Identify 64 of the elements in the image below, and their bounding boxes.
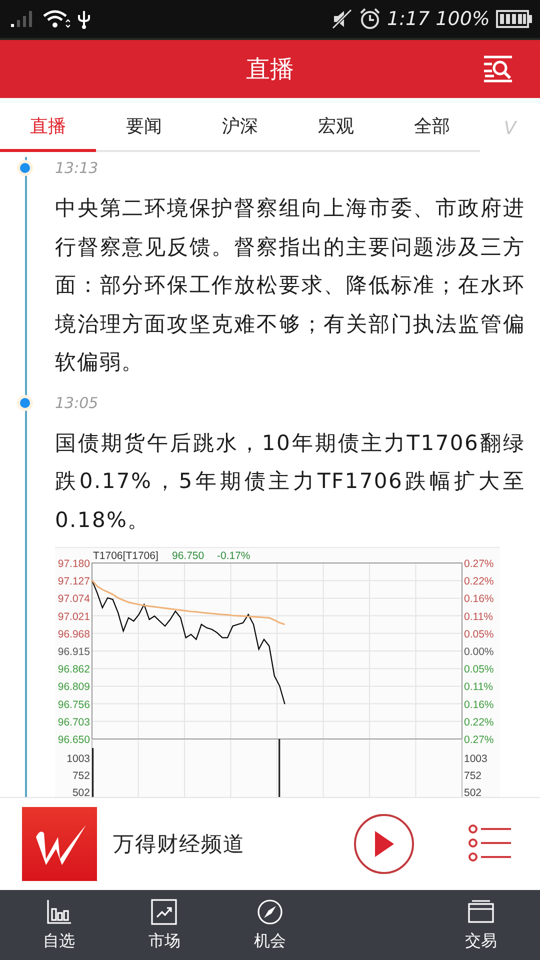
- price-axis-label: 96.968: [58, 628, 90, 640]
- nav-tab[interactable]: 交易: [428, 890, 534, 960]
- percent-axis-label: 0.05%: [464, 628, 494, 640]
- percent-axis-label: 0.11%: [464, 610, 493, 623]
- contract-symbol: T1706[T1706]: [93, 550, 158, 562]
- play-button[interactable]: [354, 814, 414, 874]
- percent-axis-label: 0.05%: [464, 664, 494, 676]
- volume-axis-label: 502: [72, 787, 90, 797]
- price-axis-label: 97.021: [58, 610, 90, 623]
- price-axis-label: 97.127: [58, 576, 90, 588]
- trend-chart-icon: [151, 898, 178, 924]
- news-text: 中央第二环境保护督察组向上海市委、市政府进行督察意见反馈。督察指出的主要问题涉及三方面：部分环保工作放松要求、降低标准；在水环境治理方面攻坚克难不够；有关部门执法监管偏软偏弱。: [55, 195, 525, 376]
- price-axis-label: 96.650: [58, 734, 90, 746]
- price-axis-label: 96.915: [58, 646, 90, 658]
- news-time: 13:13: [55, 158, 100, 179]
- channel-title: 万得财经频道: [113, 831, 246, 858]
- usb-icon: [76, 9, 92, 29]
- volume-axis-label: 1003: [464, 753, 488, 765]
- percent-axis-label: 0.27%: [464, 558, 494, 570]
- percent-axis-label: 0.16%: [464, 593, 494, 606]
- volume-axis-label: 752: [464, 770, 482, 782]
- clock-time: 1:17: [387, 8, 430, 30]
- news-time: 13:05: [55, 392, 100, 414]
- search-list-button[interactable]: [482, 54, 514, 84]
- timeline-dot: [20, 163, 30, 173]
- nav-tab[interactable]: 市场: [112, 890, 218, 960]
- percent-axis-label: 0.27%: [464, 734, 494, 746]
- news-text: 国债期货午后跳水，10年期债主力T1706翻绿跌0.17%，5年期债主力TF1706跌幅扩大至0.18%。: [55, 430, 525, 534]
- mute-icon: [331, 9, 353, 29]
- compass-icon: [256, 898, 283, 924]
- price-change: -0.17%: [217, 550, 250, 562]
- category-tab[interactable]: 沪深: [192, 103, 288, 152]
- price-axis-label: 96.756: [58, 698, 90, 711]
- last-price: 96.750: [172, 550, 204, 562]
- page-title: 直播: [246, 54, 294, 85]
- battery-icon: [496, 10, 532, 28]
- percent-axis-label: 0.11%: [464, 681, 493, 694]
- category-tab[interactable]: 宏观: [288, 103, 384, 152]
- search-list-icon: [482, 54, 514, 84]
- price-axis-label: 96.862: [58, 664, 90, 676]
- category-tab[interactable]: 全部: [384, 103, 480, 152]
- timeline-dot: [20, 398, 30, 408]
- price-axis-label: 97.180: [58, 558, 90, 570]
- nav-tab[interactable]: 自选: [6, 890, 112, 960]
- percent-axis-label: 0.00%: [464, 646, 494, 658]
- battery-percent: 100%: [436, 8, 490, 30]
- bar-chart-icon: [46, 898, 72, 924]
- price-axis-label: 97.074: [58, 593, 90, 606]
- volume-axis-label: 1003: [66, 753, 90, 765]
- wifi-icon: [42, 9, 70, 29]
- nav-tab[interactable]: 机会: [217, 890, 323, 960]
- percent-axis-label: 0.16%: [464, 698, 494, 711]
- playlist-icon: [468, 824, 512, 862]
- category-tab[interactable]: 要闻: [96, 103, 192, 152]
- percent-axis-label: 0.22%: [464, 576, 494, 588]
- alarm-icon: [359, 8, 381, 30]
- volume-axis-label: 502: [464, 787, 482, 797]
- percent-axis-label: 0.22%: [464, 716, 494, 728]
- volume-axis-label: 752: [72, 770, 90, 782]
- price-axis-label: 96.703: [58, 716, 90, 728]
- play-icon: [373, 830, 395, 858]
- price-axis-label: 96.809: [58, 681, 90, 694]
- wallet-icon: [468, 898, 494, 924]
- playlist-button[interactable]: [468, 824, 512, 864]
